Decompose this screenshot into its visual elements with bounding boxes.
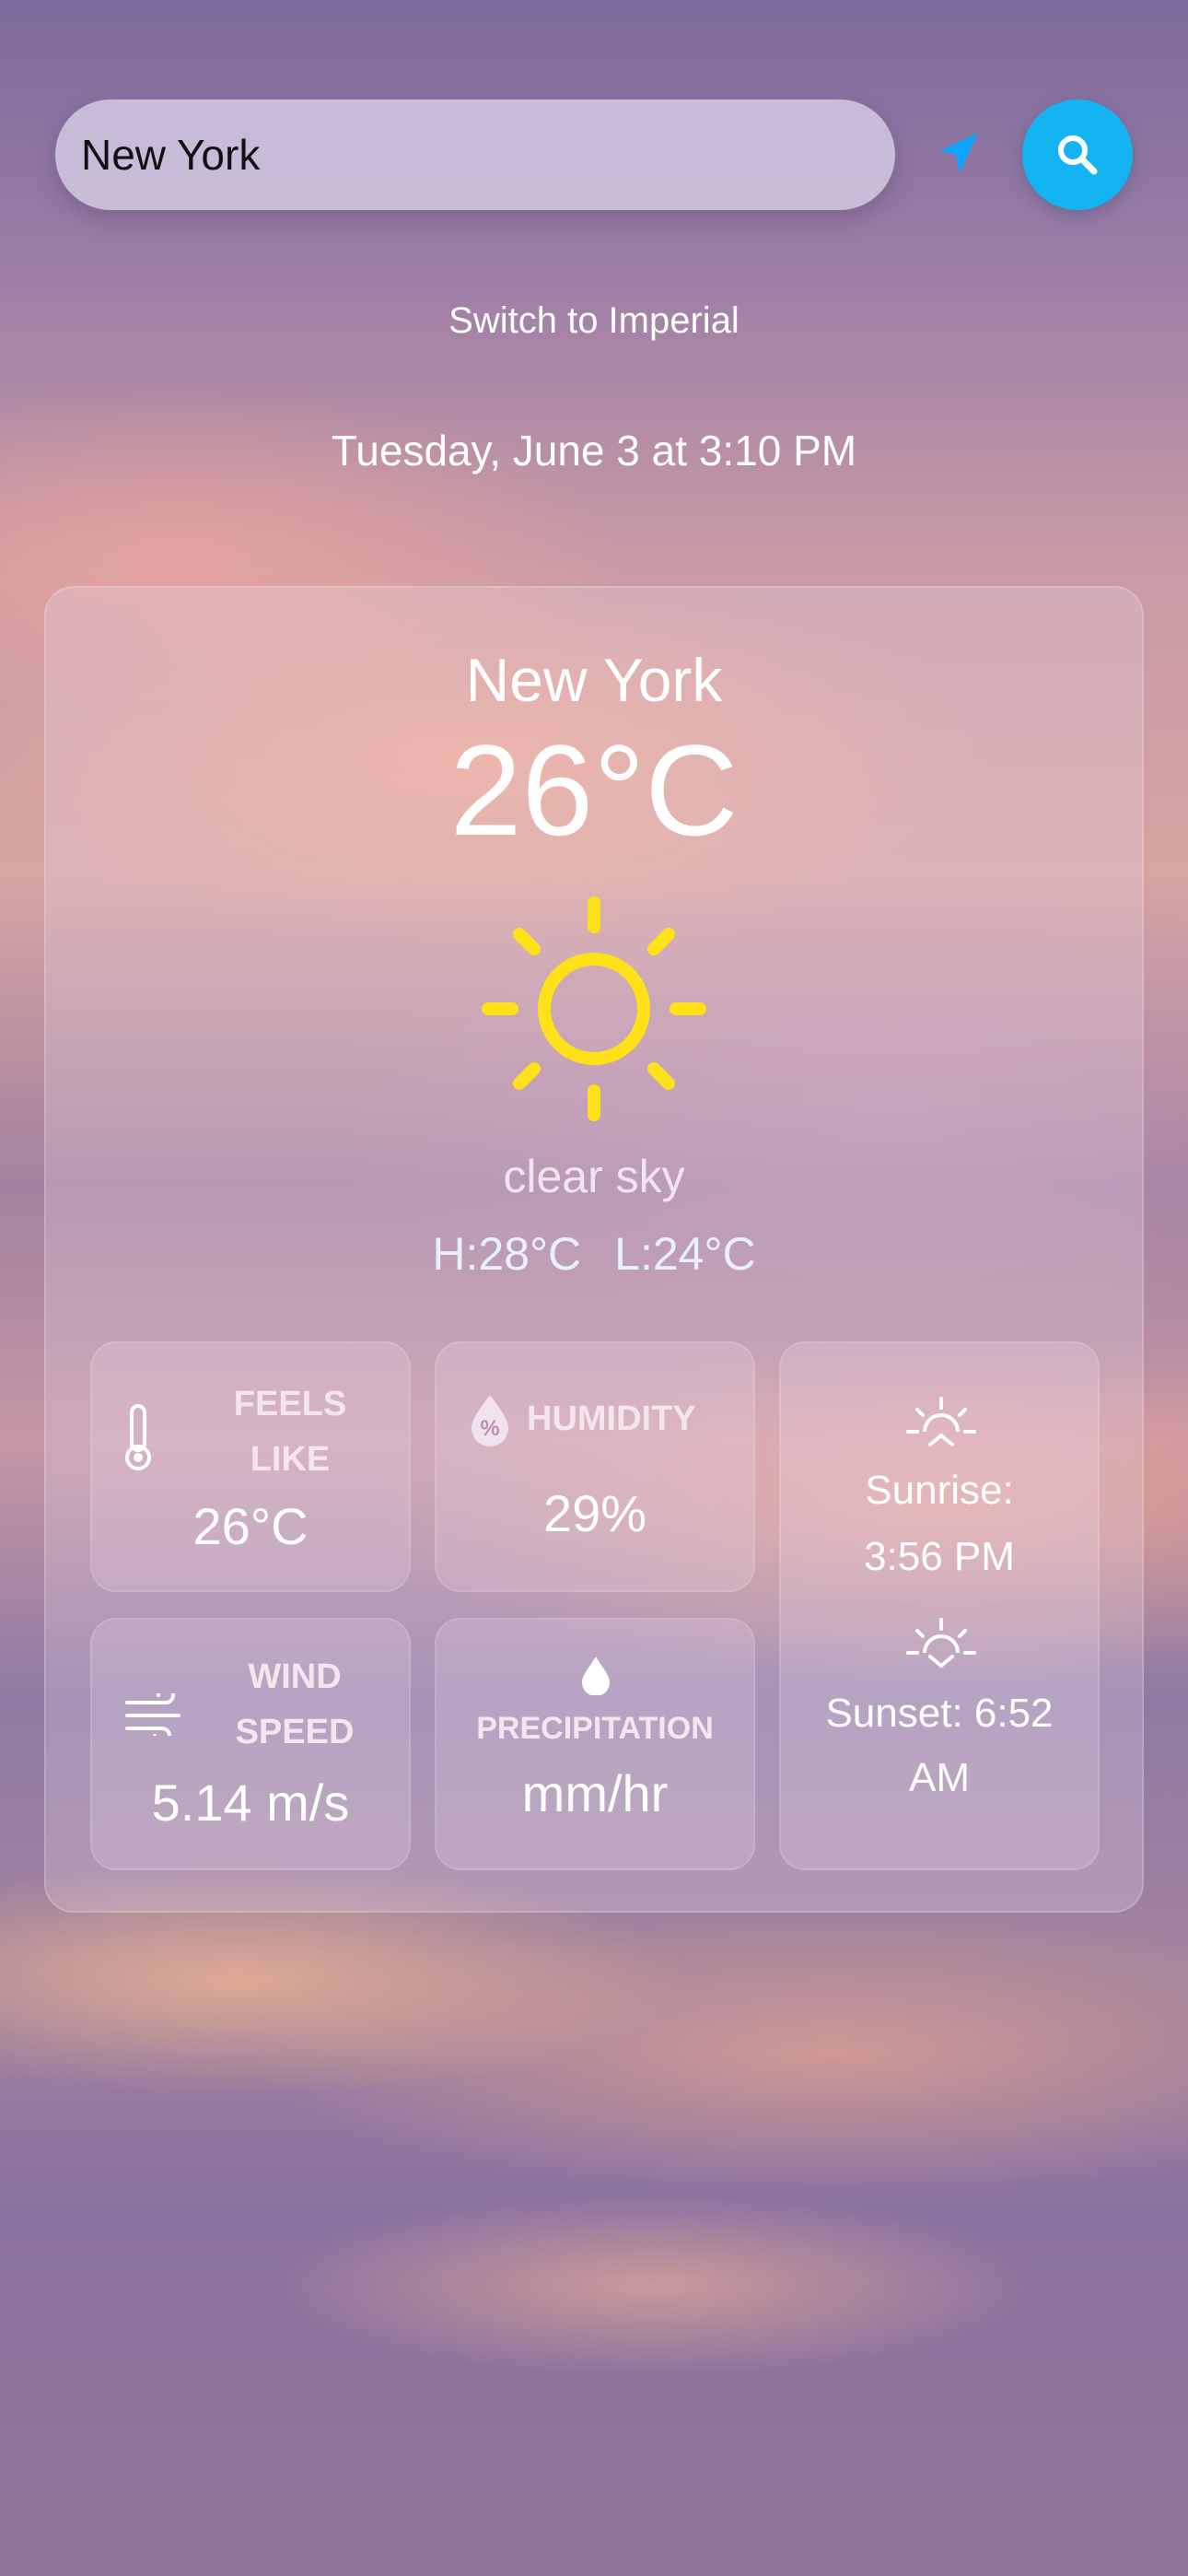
- feels-like-value: 26°C: [192, 1497, 309, 1555]
- location-arrow-icon: [939, 133, 978, 173]
- precipitation-label: PRECIPITATION: [476, 1711, 714, 1746]
- search-icon: [1058, 135, 1098, 175]
- sunrise-sunset-tile: Sunrise: 3:56 PM Sunset: 6:52 AM: [779, 1341, 1100, 1870]
- unit-toggle-link[interactable]: Switch to Imperial: [0, 300, 1188, 342]
- search-bar: [55, 100, 895, 210]
- humidity-icon: %: [472, 1395, 508, 1446]
- sunset-icon: [906, 1618, 976, 1669]
- precipitation-tile: PRECIPITATION mm/hr: [435, 1618, 755, 1870]
- svg-text:%: %: [480, 1416, 499, 1441]
- sunrise-time: 3:56 PM: [864, 1534, 1015, 1579]
- weather-card: New York 26°C clear sky H:28°C L:24°C FEE…: [44, 586, 1144, 1913]
- low-temp: L:24°C: [614, 1228, 756, 1280]
- current-location-button[interactable]: [930, 125, 987, 182]
- date-time-label: Tuesday, June 3 at 3:10 PM: [331, 427, 857, 474]
- wind-speed-tile: WIND SPEED 5.14 m/s: [90, 1618, 411, 1870]
- humidity-tile: % HUMIDITY 29%: [435, 1341, 755, 1592]
- wind-speed-label: WIND SPEED: [235, 1657, 355, 1751]
- sunrise-icon: [906, 1397, 976, 1446]
- sunset-time: AM: [909, 1755, 970, 1800]
- sun-icon: [482, 896, 706, 1121]
- current-temperature: 26°C: [449, 718, 739, 862]
- weather-description: clear sky: [503, 1151, 685, 1202]
- search-button[interactable]: [1022, 100, 1133, 210]
- high-low-temps: H:28°C L:24°C: [46, 1227, 1142, 1281]
- droplet-icon: [582, 1657, 610, 1695]
- precipitation-value: mm/hr: [521, 1764, 669, 1822]
- thermometer-icon: [125, 1404, 151, 1470]
- city-search-input[interactable]: [79, 129, 895, 181]
- city-name: New York: [465, 646, 723, 714]
- feels-like-label: FEELS LIKE: [233, 1385, 347, 1479]
- sunset-label: Sunset: 6:52: [825, 1691, 1054, 1736]
- sunrise-label: Sunrise:: [865, 1468, 1014, 1513]
- humidity-value: 29%: [542, 1484, 647, 1542]
- high-temp: H:28°C: [432, 1228, 582, 1280]
- wind-icon: [125, 1693, 181, 1736]
- feels-like-tile: FEELS LIKE 26°C: [90, 1341, 411, 1592]
- wind-speed-value: 5.14 m/s: [151, 1774, 350, 1832]
- humidity-label: HUMIDITY: [527, 1399, 696, 1438]
